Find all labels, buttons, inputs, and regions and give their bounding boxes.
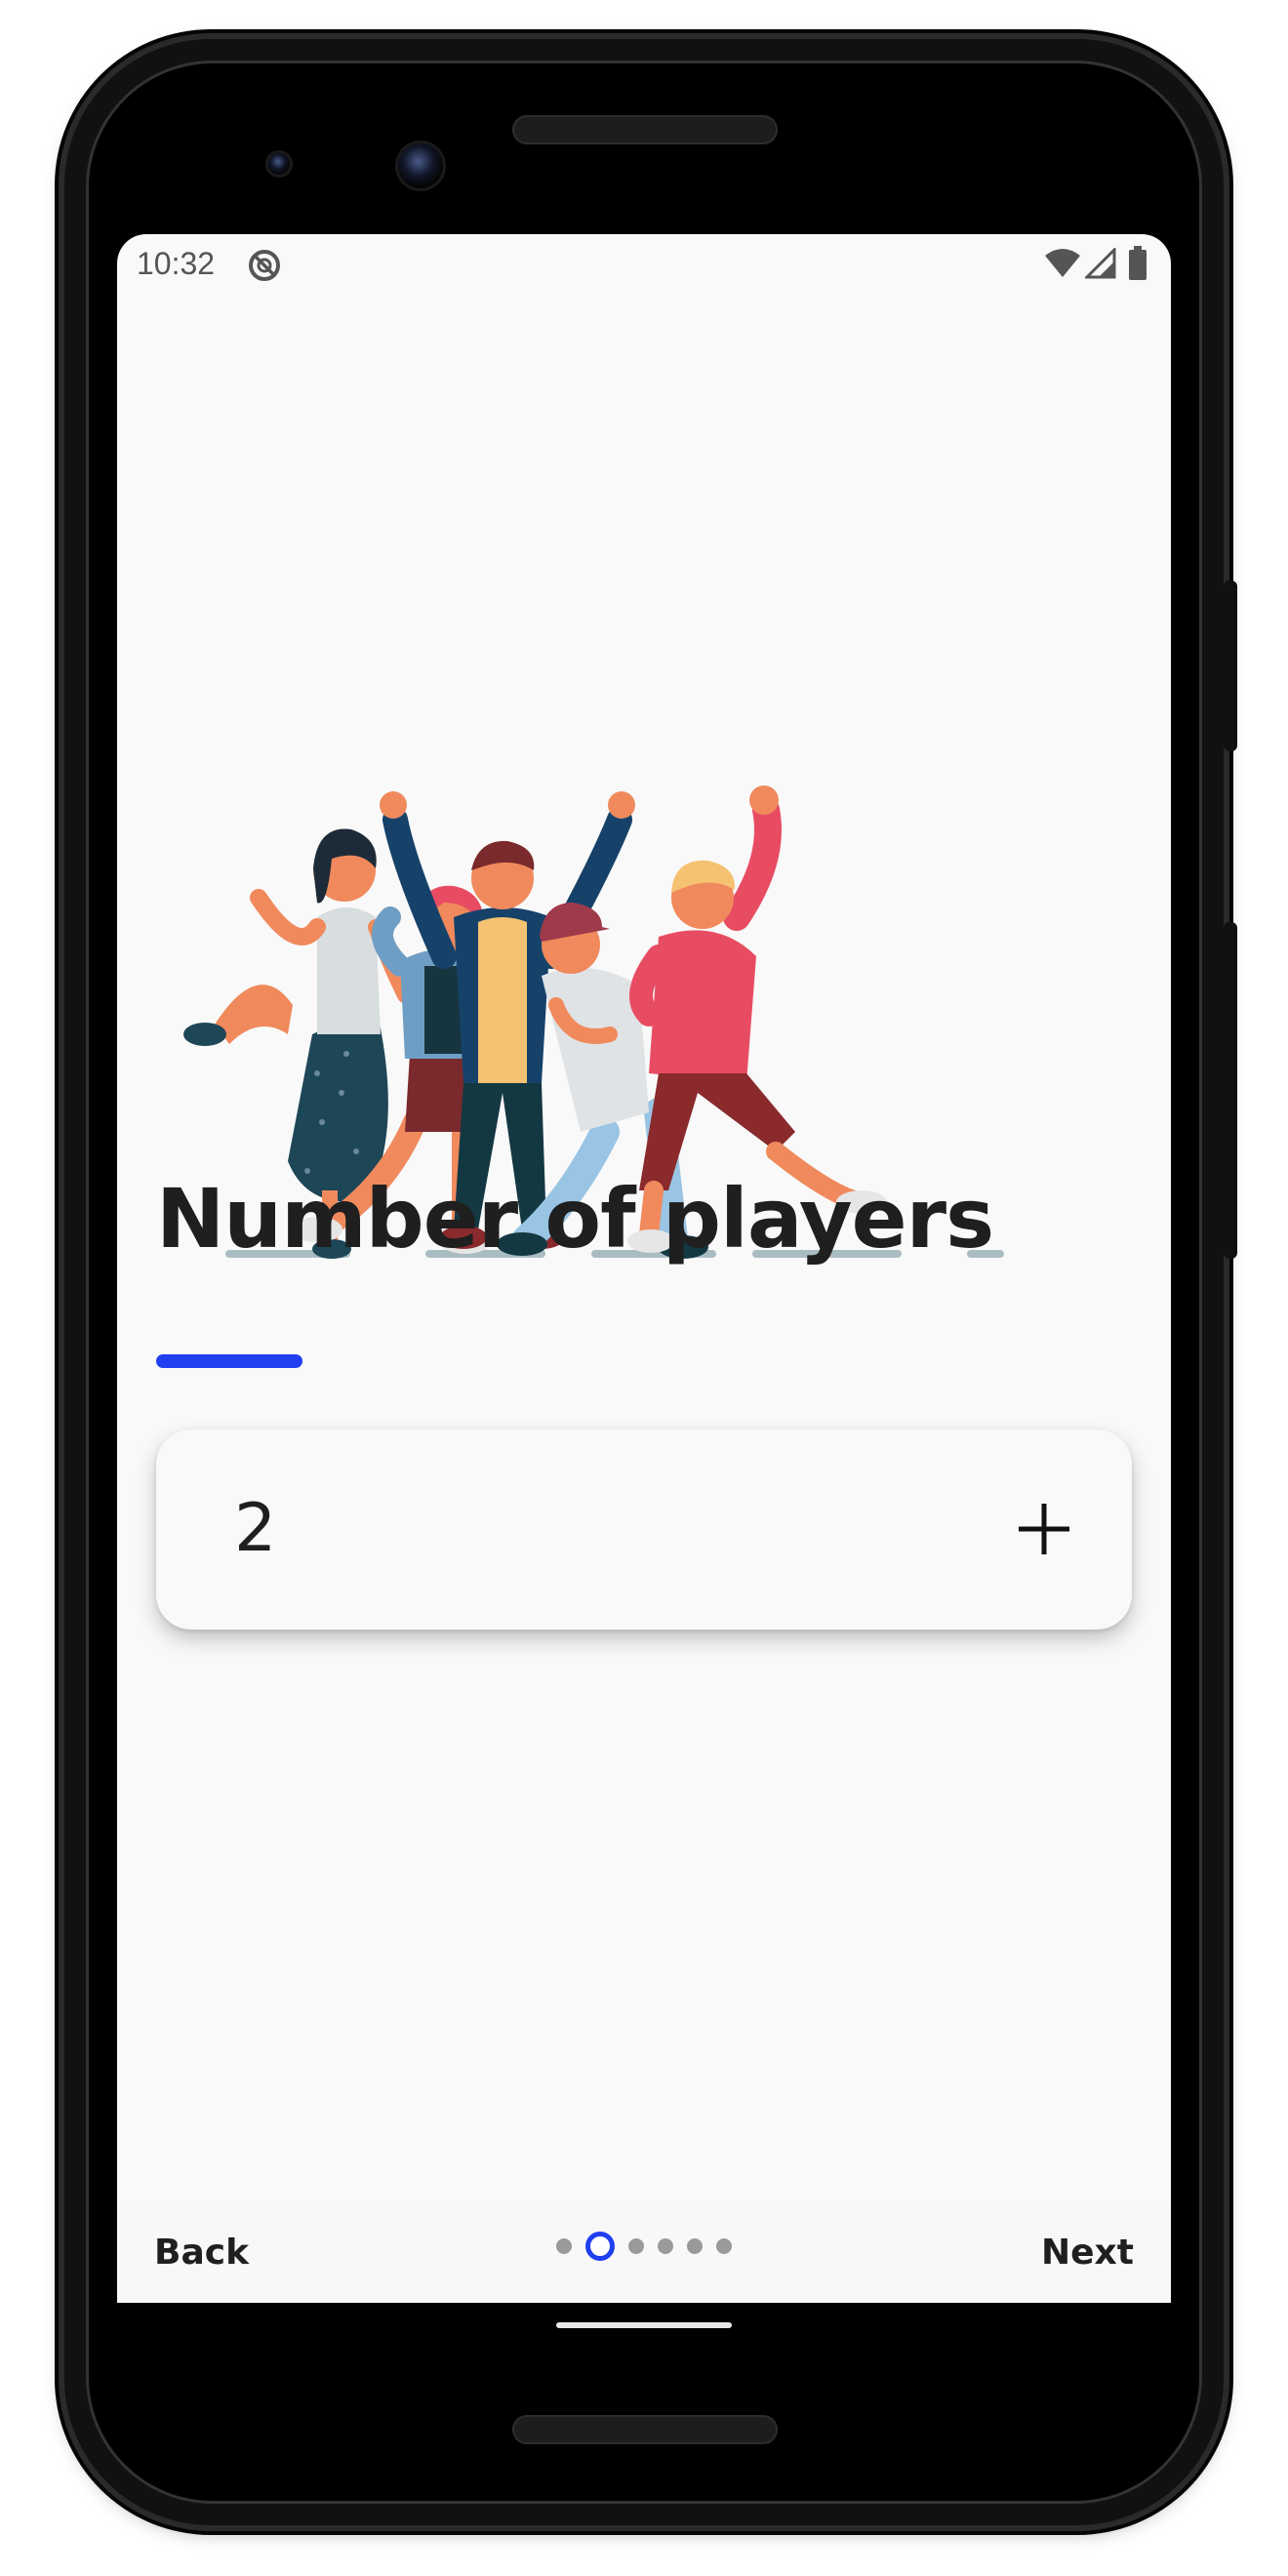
plus-icon — [1019, 1504, 1069, 1554]
power-button — [1224, 581, 1237, 751]
volume-button — [1224, 922, 1237, 1259]
front-camera-icon — [398, 143, 443, 188]
title-accent-bar — [156, 1354, 302, 1368]
page-title: Number of players — [156, 1171, 994, 1267]
bottom-speaker — [512, 2415, 778, 2444]
front-sensor-icon — [268, 153, 290, 175]
page-dot — [556, 2238, 572, 2254]
status-bar: 10:32 — [117, 234, 1171, 293]
page-dot — [716, 2238, 732, 2254]
player-count-card: 2 — [156, 1429, 1132, 1630]
page-dot — [658, 2238, 673, 2254]
page-dot — [687, 2238, 703, 2254]
onboarding-nav-bar: Back Next — [117, 2205, 1171, 2303]
page-dot-active — [585, 2232, 615, 2261]
next-button[interactable]: Next — [1041, 2233, 1134, 2273]
signal-icon — [1085, 248, 1116, 279]
status-time: 10:32 — [137, 246, 216, 281]
earpiece-speaker — [512, 115, 778, 144]
back-button[interactable]: Back — [154, 2233, 249, 2273]
page-dot — [628, 2238, 644, 2254]
page-indicator — [556, 2227, 732, 2266]
player-count-value: 2 — [234, 1490, 277, 1567]
battery-icon — [1129, 246, 1147, 280]
no-disturb-icon — [249, 250, 280, 281]
wifi-icon — [1045, 249, 1080, 277]
app-screen: 10:32 Number of players 2 Back Next — [117, 234, 1171, 2303]
increment-button[interactable] — [995, 1480, 1093, 1578]
home-indicator[interactable] — [556, 2322, 732, 2328]
